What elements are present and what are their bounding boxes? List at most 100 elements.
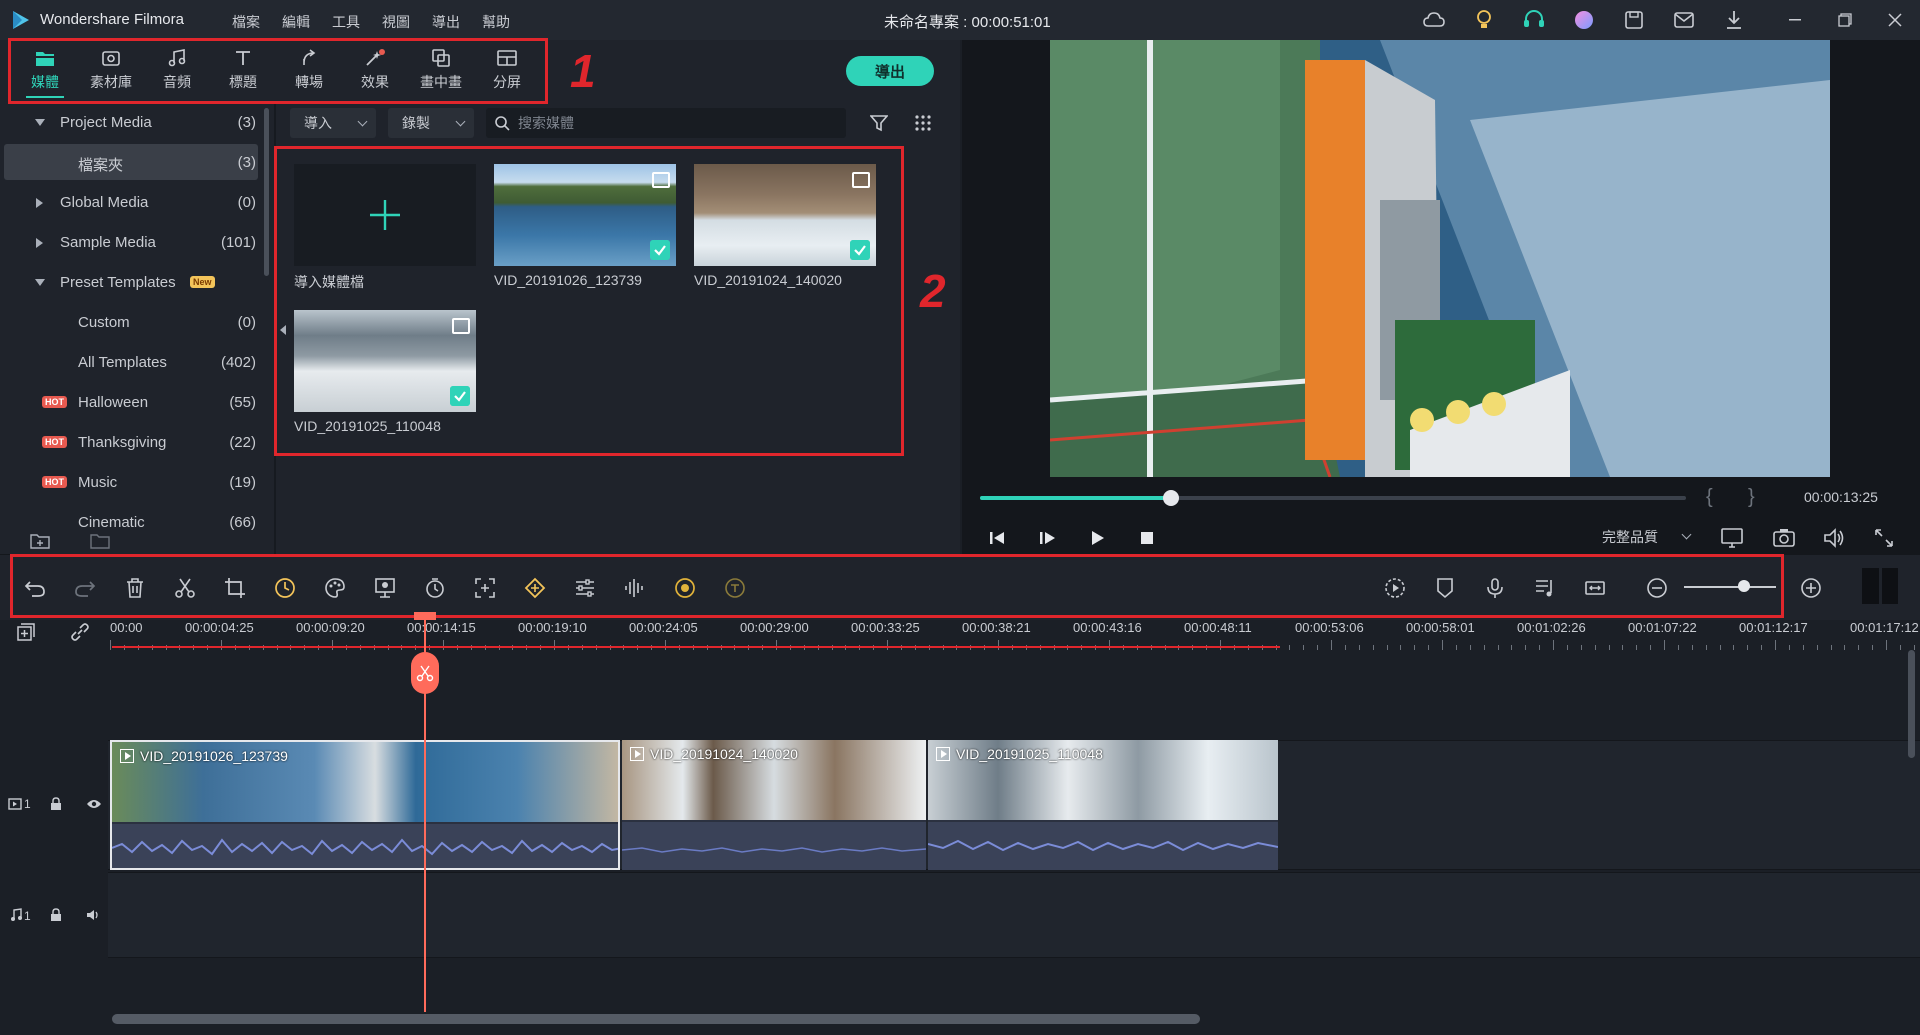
eye-visibility-icon[interactable] xyxy=(86,798,102,810)
folder-icon[interactable] xyxy=(90,532,110,550)
preview-frame[interactable] xyxy=(1050,40,1830,477)
tree-cinematic[interactable]: Cinematic (66) xyxy=(0,504,262,530)
ruler-tick xyxy=(1358,645,1360,650)
lock-icon[interactable] xyxy=(50,908,62,922)
download-icon[interactable] xyxy=(1722,8,1746,32)
close-button[interactable] xyxy=(1870,0,1920,40)
ruler-label: 00:01:12:17 xyxy=(1739,620,1808,635)
speaker-icon[interactable] xyxy=(86,909,100,921)
clip-audio-waveform xyxy=(928,822,1278,870)
ruler-tick xyxy=(1455,645,1457,650)
ruler-tick xyxy=(1844,645,1846,650)
ruler-tick xyxy=(1483,645,1485,650)
annotation-number-2: 2 xyxy=(920,265,946,317)
search-input[interactable] xyxy=(518,113,828,133)
headset-support-icon[interactable] xyxy=(1522,8,1546,32)
panel-layout-toggle[interactable] xyxy=(1862,568,1898,604)
ruler-tick xyxy=(554,640,555,650)
new-badge: New xyxy=(190,276,215,288)
tree-music[interactable]: HOT Music (19) xyxy=(0,464,262,500)
save-icon[interactable] xyxy=(1622,8,1646,32)
preview-progress-handle[interactable] xyxy=(1162,490,1179,506)
tree-all-templates[interactable]: All Templates (402) xyxy=(0,344,262,380)
stop-icon[interactable] xyxy=(1136,528,1158,548)
ruler-tick xyxy=(1497,645,1499,650)
clip-audio-waveform xyxy=(112,824,618,868)
video-track-header: 1 xyxy=(0,740,108,870)
volume-icon[interactable] xyxy=(1822,526,1846,550)
fullscreen-icon[interactable] xyxy=(1872,526,1896,550)
expand-arrow-icon xyxy=(35,279,45,286)
lock-icon[interactable] xyxy=(50,797,62,811)
import-dropdown[interactable]: 導入 xyxy=(290,108,376,138)
tree-custom[interactable]: Custom (0) xyxy=(0,304,262,340)
clip-play-icon xyxy=(120,749,134,763)
timeline-horizontal-scrollbar[interactable] xyxy=(112,1014,1200,1024)
tree-preset-templates[interactable]: Preset Templates New xyxy=(0,264,262,300)
tree-project-media[interactable]: Project Media (3) xyxy=(0,104,262,140)
ruler-tick xyxy=(1636,645,1638,650)
step-back-icon[interactable] xyxy=(986,528,1008,548)
snapshot-camera-icon[interactable] xyxy=(1772,526,1796,550)
ruler-tick xyxy=(1608,645,1610,650)
ruler-tick xyxy=(1886,640,1887,650)
clip-video-strip: VID_20191024_140020 xyxy=(622,740,926,820)
ruler-tick xyxy=(1303,645,1305,650)
menu-edit[interactable]: 編輯 xyxy=(282,12,310,32)
add-track-icon[interactable] xyxy=(16,622,36,642)
ruler-tick xyxy=(776,640,777,650)
preview-timecode: 00:00:13:25 xyxy=(1804,489,1878,505)
clip-play-icon xyxy=(630,747,644,761)
expand-arrow-icon xyxy=(35,119,45,126)
ruler-tick xyxy=(1344,645,1346,650)
tree-global-media[interactable]: Global Media (0) xyxy=(0,184,262,220)
ruler-tick xyxy=(1553,640,1554,650)
timeline-vertical-scrollbar[interactable] xyxy=(1908,650,1915,758)
account-avatar-icon[interactable] xyxy=(1572,8,1596,32)
timeline-clip-2[interactable]: VID_20191024_140020 xyxy=(622,740,926,870)
tree-thanksgiving[interactable]: HOT Thanksgiving (22) xyxy=(0,424,262,460)
menu-file[interactable]: 檔案 xyxy=(232,12,260,32)
playhead-handle[interactable] xyxy=(411,652,439,694)
filter-icon[interactable] xyxy=(870,114,888,132)
restore-button[interactable] xyxy=(1820,0,1870,40)
ruler-tick xyxy=(1872,645,1874,650)
export-button[interactable]: 導出 xyxy=(846,56,934,86)
play-frame-icon[interactable] xyxy=(1036,528,1058,548)
zoom-in-icon[interactable] xyxy=(1798,575,1824,601)
play-icon[interactable] xyxy=(1086,528,1108,548)
menu-help[interactable]: 幫助 xyxy=(482,12,510,32)
link-icon[interactable] xyxy=(70,622,90,642)
tree-sample-media[interactable]: Sample Media (101) xyxy=(0,224,262,260)
grid-view-icon[interactable] xyxy=(914,114,932,132)
ruler-tick xyxy=(1664,640,1665,650)
minimize-button[interactable] xyxy=(1770,0,1820,40)
timeline-clip-1[interactable]: VID_20191026_123739 xyxy=(110,740,620,870)
lightbulb-icon[interactable] xyxy=(1472,8,1496,32)
menu-view[interactable]: 視圖 xyxy=(382,12,410,32)
preview-progress-bar[interactable] xyxy=(980,490,1686,506)
tree-halloween[interactable]: HOT Halloween (55) xyxy=(0,384,262,420)
ruler-tick xyxy=(1580,645,1582,650)
menu-tools[interactable]: 工具 xyxy=(332,12,360,32)
hot-badge: HOT xyxy=(42,396,67,408)
record-dropdown[interactable]: 錄製 xyxy=(388,108,474,138)
mark-in-button[interactable]: { xyxy=(1706,486,1713,509)
cloud-icon[interactable] xyxy=(1422,8,1446,32)
new-folder-icon[interactable] xyxy=(30,532,50,550)
chevron-down-icon xyxy=(1681,529,1692,540)
mark-out-button[interactable]: } xyxy=(1748,486,1755,509)
quality-dropdown[interactable]: 完整品質 xyxy=(1592,523,1700,551)
timeline-clip-3[interactable]: VID_20191025_110048 xyxy=(928,740,1278,870)
search-icon xyxy=(495,116,510,131)
mail-icon[interactable] xyxy=(1672,8,1696,32)
monitor-output-icon[interactable] xyxy=(1720,526,1744,550)
ruler-tick xyxy=(1830,645,1832,650)
ruler-tick xyxy=(1719,645,1721,650)
ruler-tick xyxy=(1566,645,1568,650)
ruler-tick xyxy=(1788,645,1790,650)
project-title: 未命名專案 : 00:00:51:01 xyxy=(884,14,1051,31)
tree-folder[interactable]: 檔案夾 (3) xyxy=(4,144,258,180)
menu-export[interactable]: 導出 xyxy=(432,12,460,32)
tree-scrollbar[interactable] xyxy=(264,108,269,276)
